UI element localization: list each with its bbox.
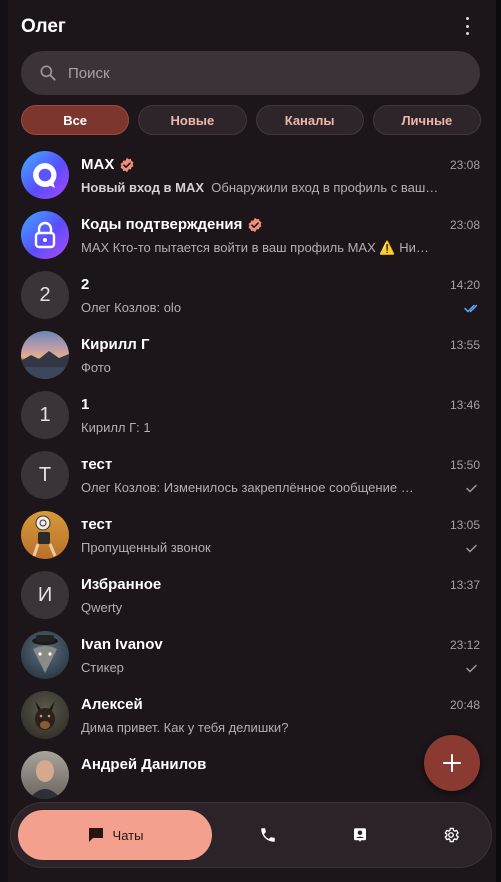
chat-name: Алексей [81,696,143,713]
chat-name: тест [81,516,113,533]
more-vertical-icon[interactable] [464,17,470,35]
chat-time: 23:08 [449,218,480,232]
plus-icon [443,754,461,772]
chat-row-2[interactable]: 2 2 14:20 Олег Козлов: olo [8,266,496,326]
chat-time: 14:20 [449,278,480,292]
nav-contacts-button[interactable] [345,820,375,850]
chat-preview: Кирилл Г: 1 [81,420,151,435]
chat-row-ivan[interactable]: Ivan Ivanov 23:12 Стикер [8,626,496,686]
filter-personal[interactable]: Личные [372,105,481,135]
check-icon [466,484,477,493]
bottom-nav: Чаты [10,802,492,868]
chat-preview: Дима привет. Как у тебя делишки? [81,720,289,735]
app-window: Олег Все Новые Каналы Личные MAX 23:08 Н… [0,0,496,882]
avatar-photo-wolf [21,631,69,679]
nav-calls-button[interactable] [253,820,283,850]
chat-time: 20:48 [449,698,480,712]
avatar-photo-runner [21,511,69,559]
chat-row-test-photo[interactable]: тест 13:05 Пропущенный звонок [8,506,496,566]
nav-chats-button[interactable]: Чаты [18,810,212,860]
chat-bubble-icon [88,828,103,842]
nav-settings-button[interactable] [436,820,466,850]
preview-bold: Новый вход в MAX [81,180,205,195]
chat-name: 1 [81,396,90,413]
max-logo-icon [21,151,69,199]
filter-new[interactable]: Новые [138,105,247,135]
chat-preview: Qwerty [81,600,123,615]
verified-badge-icon [120,157,134,172]
avatar-letter: И [21,571,69,619]
chat-preview: Стикер [81,660,124,675]
chat-name: Избранное [81,576,162,593]
chat-name: Коды подтверждения [81,216,263,233]
chat-row-aleksey[interactable]: Алексей 20:48 Дима привет. Как у тебя де… [8,686,496,746]
search-input[interactable] [68,64,448,82]
chat-preview: Фото [81,360,111,375]
chat-time: 23:08 [449,158,480,172]
phone-icon [261,828,275,842]
check-icon [466,544,477,553]
top-bar: Олег [8,0,496,52]
verified-badge-icon [248,217,262,232]
nav-chats-label: Чаты [112,827,144,843]
chat-row-favorites[interactable]: И Избранное 13:37 Qwerty [8,566,496,626]
lock-icon [21,211,69,259]
avatar-photo-landscape [21,331,69,379]
chat-name: MAX [81,156,135,173]
preview-text: Обнаружили вход в профиль с ваш… [211,180,439,195]
chat-time: 13:55 [449,338,480,352]
chat-preview: Олег Козлов: Изменилось закреплённое соо… [81,480,414,495]
chat-preview: Новый вход в MAX Обнаружили вход в профи… [81,180,446,195]
chat-name: тест [81,456,113,473]
avatar-letter: 1 [21,391,69,439]
double-check-icon [464,304,478,313]
chat-preview: Пропущенный звонок [81,540,211,555]
chat-time: 15:50 [449,458,480,472]
avatar-letter: Т [21,451,69,499]
chat-time: 13:05 [449,518,480,532]
chat-row-1[interactable]: 1 1 13:46 Кирилл Г: 1 [8,386,496,446]
chat-row-andrey[interactable]: Андрей Данилов [8,746,496,800]
filter-chips: Все Новые Каналы Личные [21,105,481,135]
filter-channels[interactable]: Каналы [255,105,364,135]
avatar-photo-man [21,751,69,799]
chat-time: 13:37 [449,578,480,592]
chat-row-test[interactable]: Т тест 15:50 Олег Козлов: Изменилось зак… [8,446,496,506]
new-chat-button[interactable] [424,735,480,791]
chat-row-kirill[interactable]: Кирилл Г 13:55 Фото [8,326,496,386]
gear-icon [444,827,459,843]
chat-time: 13:46 [449,398,480,412]
chat-row-max[interactable]: MAX 23:08 Новый вход в MAX Обнаружили вх… [8,146,496,206]
chat-preview: MAX Кто-то пытается войти в ваш профиль … [81,240,429,255]
search-bar[interactable] [21,51,480,95]
page-title: Олег [21,16,66,37]
chat-name: 2 [81,276,90,293]
chat-name: Кирилл Г [81,336,150,353]
contacts-icon [354,828,366,842]
search-icon [40,65,56,81]
chat-name: Ivan Ivanov [81,636,163,653]
filter-all[interactable]: Все [21,105,130,135]
check-icon [466,664,477,673]
chat-row-codes[interactable]: Коды подтверждения 23:08 MAX Кто-то пыта… [8,206,496,266]
avatar-letter: 2 [21,271,69,319]
avatar-photo-dog [21,691,69,739]
chat-list: MAX 23:08 Новый вход в MAX Обнаружили вх… [8,146,496,800]
chat-time: 23:12 [449,638,480,652]
chat-name: Андрей Данилов [81,756,207,773]
chat-preview: Олег Козлов: olo [81,300,182,315]
